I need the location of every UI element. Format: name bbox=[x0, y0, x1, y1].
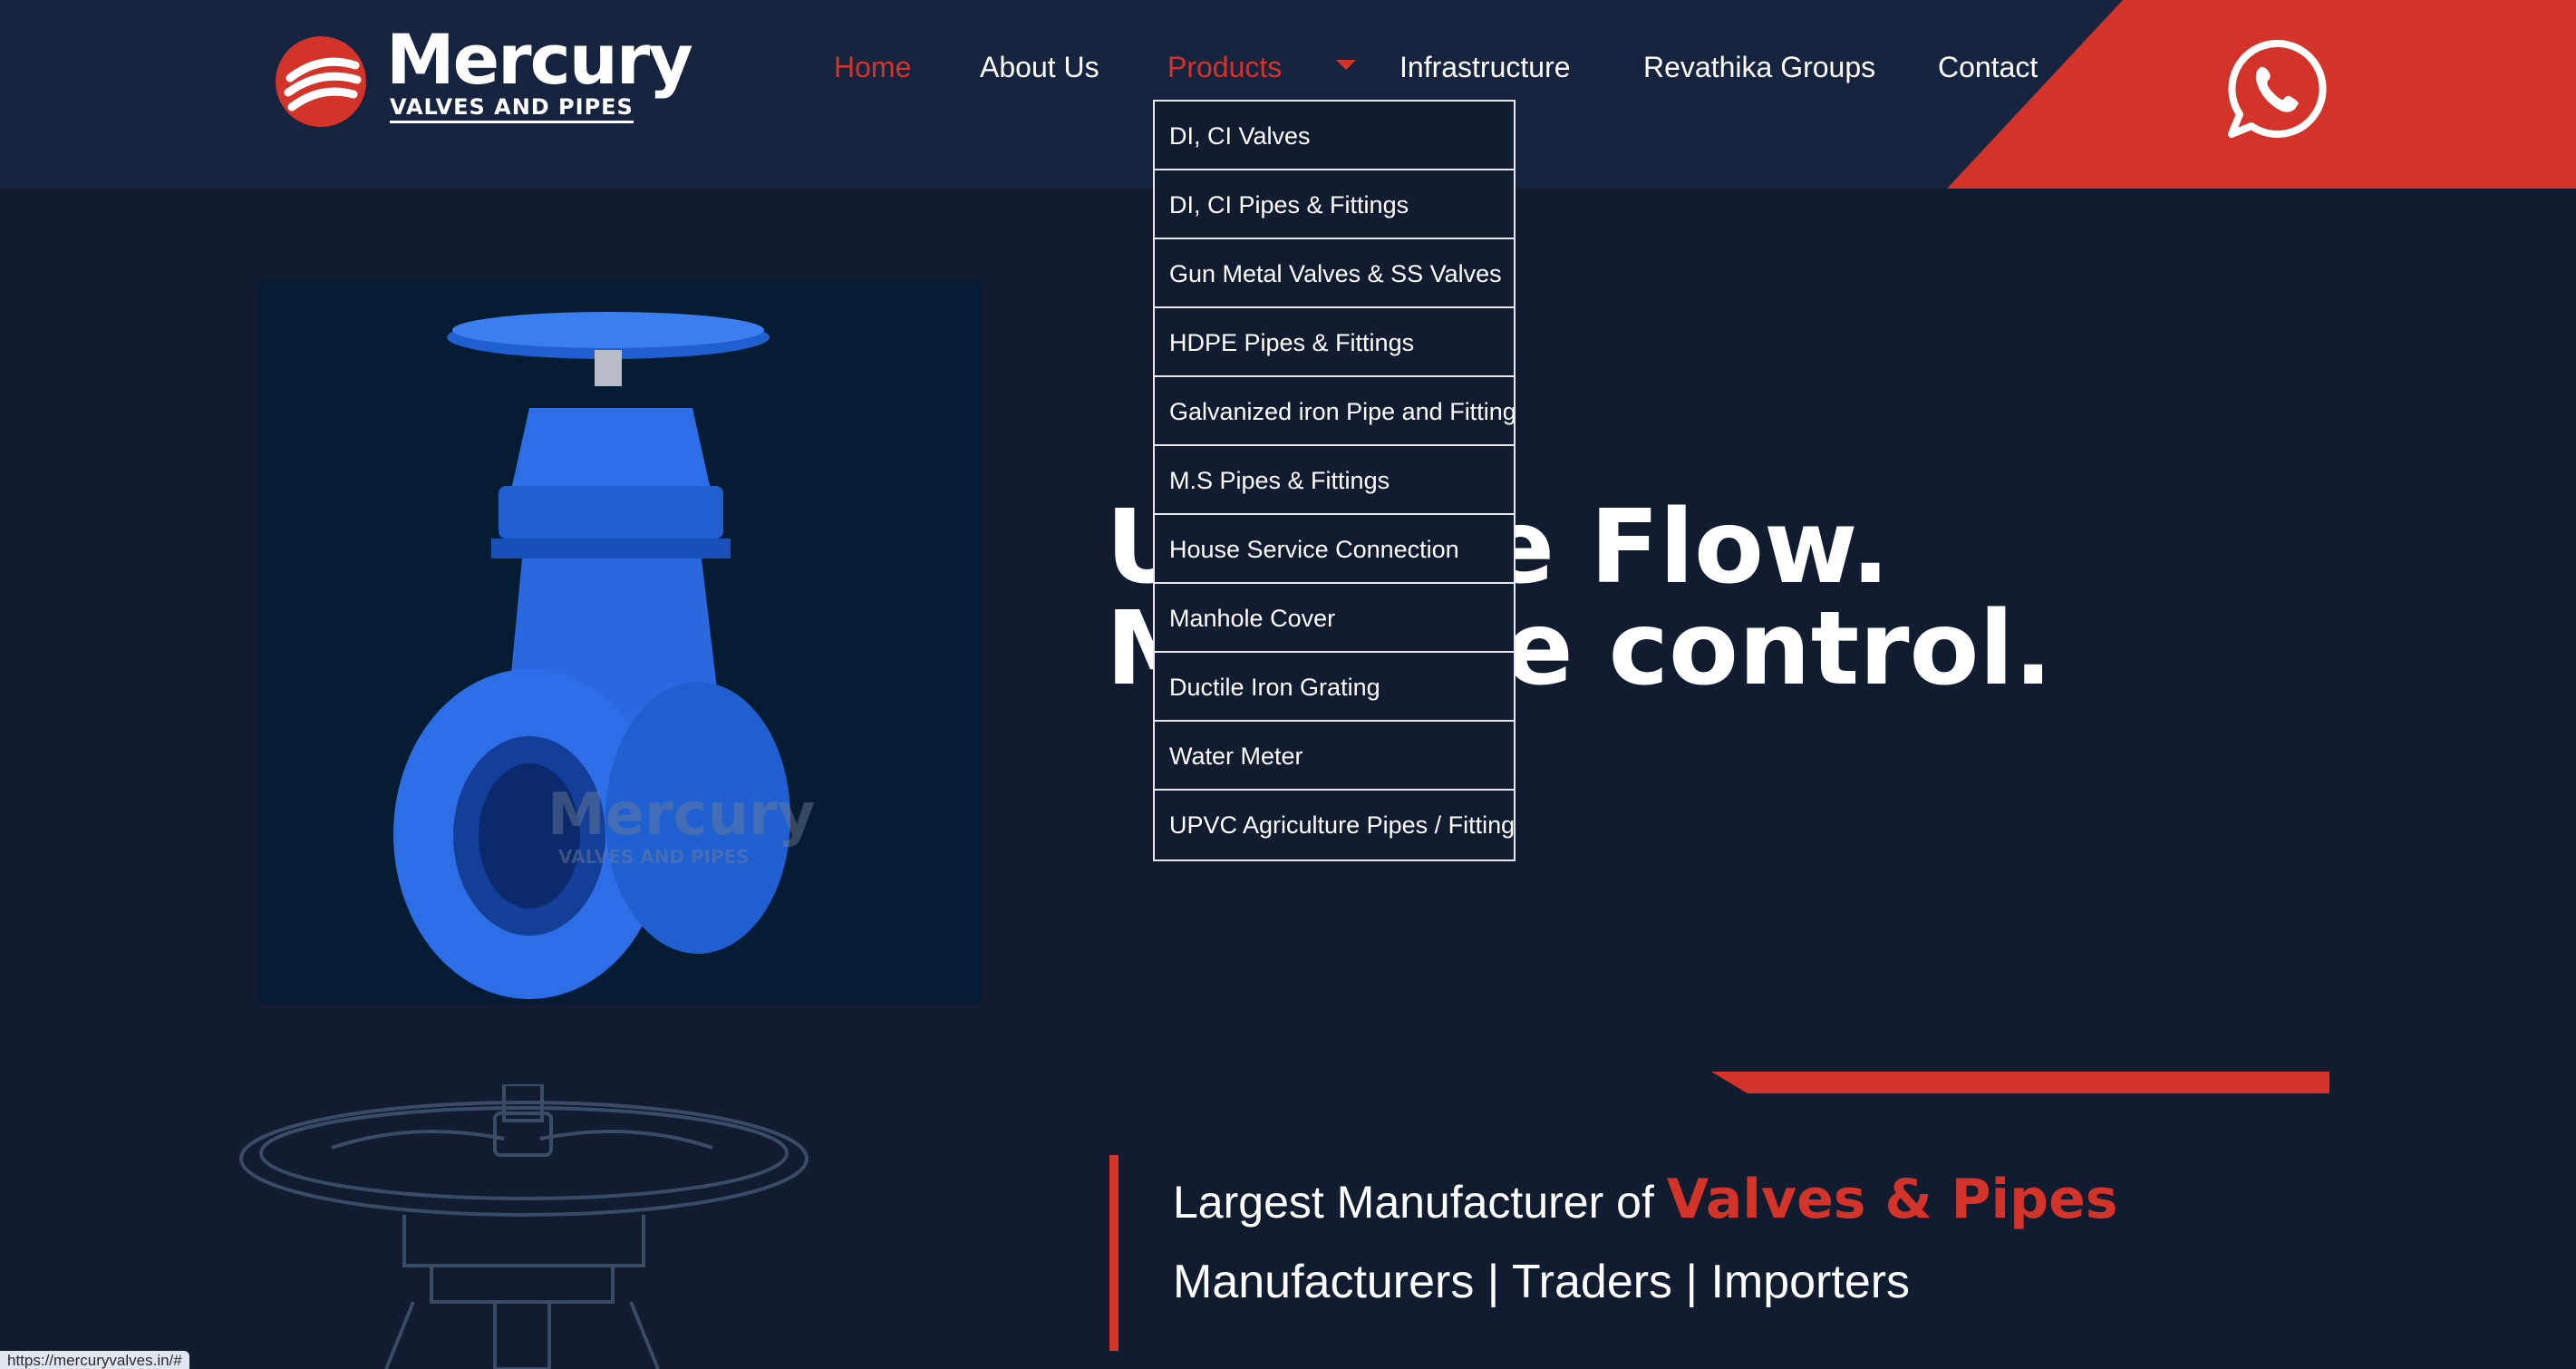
about-tagline-lead: Largest Manufacturer of bbox=[1173, 1177, 1654, 1228]
caret-down-icon[interactable] bbox=[1336, 60, 1356, 70]
logo-mark-icon bbox=[276, 36, 366, 127]
image-watermark-name: Mercury bbox=[547, 782, 815, 849]
menu-item-water-meter[interactable]: Water Meter bbox=[1155, 722, 1514, 791]
menu-item-galvanized-iron[interactable]: Galvanized iron Pipe and Fittings bbox=[1155, 377, 1514, 446]
logo-name: Mercury bbox=[386, 19, 693, 100]
whatsapp-icon[interactable] bbox=[2224, 36, 2329, 141]
nav-contact[interactable]: Contact bbox=[1938, 49, 2038, 85]
valve-product-image: Mercury VALVES AND PIPES bbox=[257, 281, 983, 1003]
menu-item-gun-metal-valves[interactable]: Gun Metal Valves & SS Valves bbox=[1155, 239, 1514, 308]
products-dropdown-menu: DI, CI Valves DI, CI Pipes & Fittings Gu… bbox=[1153, 100, 1516, 861]
menu-item-di-ci-valves[interactable]: DI, CI Valves bbox=[1155, 102, 1514, 170]
menu-item-ductile-grating[interactable]: Ductile Iron Grating bbox=[1155, 653, 1514, 722]
logo-tagline: VALVES AND PIPES bbox=[390, 94, 634, 123]
about-subline: Manufacturers | Traders | Importers bbox=[1173, 1256, 1911, 1308]
site-logo[interactable]: Mercury VALVES AND PIPES bbox=[274, 25, 693, 132]
about-tagline-highlight: Valves & Pipes bbox=[1666, 1168, 2118, 1231]
nav-home[interactable]: Home bbox=[834, 49, 911, 85]
menu-item-ms-pipes[interactable]: M.S Pipes & Fittings bbox=[1155, 446, 1514, 515]
menu-item-manhole-cover[interactable]: Manhole Cover bbox=[1155, 584, 1514, 653]
accent-red-bar bbox=[1711, 1072, 2329, 1093]
accent-vertical-line bbox=[1109, 1155, 1119, 1351]
nav-about[interactable]: About Us bbox=[980, 49, 1099, 85]
valve-sketch-decoration bbox=[239, 1084, 809, 1369]
menu-item-upvc-pipes[interactable]: UPVC Agriculture Pipes / Fittings bbox=[1155, 791, 1514, 859]
menu-item-house-service[interactable]: House Service Connection bbox=[1155, 515, 1514, 584]
nav-products[interactable]: Products bbox=[1167, 49, 1282, 85]
nav-infrastructure[interactable]: Infrastructure bbox=[1399, 49, 1571, 85]
gate-valve-illustration: Mercury VALVES AND PIPES bbox=[393, 312, 815, 999]
nav-revathika-groups[interactable]: Revathika Groups bbox=[1643, 49, 1875, 85]
menu-item-di-ci-pipes[interactable]: DI, CI Pipes & Fittings bbox=[1155, 170, 1514, 239]
about-tagline: Largest Manufacturer of Valves & Pipes bbox=[1173, 1168, 2117, 1231]
image-watermark-tag: VALVES AND PIPES bbox=[558, 846, 750, 868]
browser-status-url: https://mercuryvalves.in/# bbox=[0, 1351, 189, 1369]
menu-item-hdpe-pipes[interactable]: HDPE Pipes & Fittings bbox=[1155, 308, 1514, 377]
